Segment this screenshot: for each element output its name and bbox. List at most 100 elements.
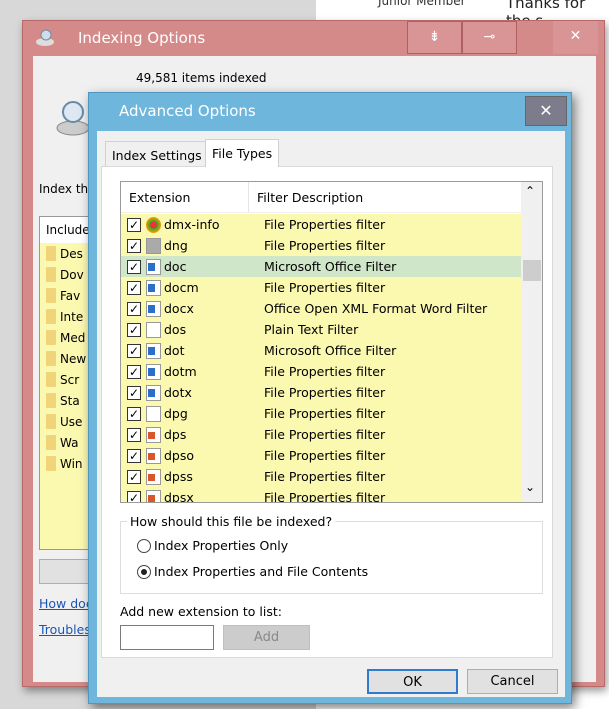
folder-icon bbox=[46, 393, 56, 408]
filter-description-cell: File Properties filter bbox=[264, 448, 386, 463]
word-document-icon bbox=[146, 279, 161, 296]
scrollbar-thumb[interactable] bbox=[523, 260, 541, 281]
index-method-legend: How should this file be indexed? bbox=[127, 514, 336, 529]
word-document-icon bbox=[146, 363, 161, 380]
drive-icon bbox=[46, 330, 56, 345]
indexing-app-icon bbox=[35, 29, 55, 47]
add-button[interactable]: Add bbox=[223, 625, 310, 650]
file-type-row[interactable]: ✓ dotx File Properties filter bbox=[121, 382, 521, 403]
extension-cell: doc bbox=[164, 259, 187, 274]
file-type-row[interactable]: ✓ docm File Properties filter bbox=[121, 277, 521, 298]
radio-button[interactable] bbox=[137, 564, 151, 579]
file-types-list[interactable]: Extension Filter Description ✓ dmx-info Fi… bbox=[120, 181, 543, 503]
include-checkbox[interactable]: ✓ bbox=[127, 364, 141, 379]
close-button[interactable]: ✕ bbox=[525, 96, 567, 126]
file-type-row[interactable]: ✓ dng File Properties filter bbox=[121, 235, 521, 256]
collapse-button[interactable]: ⇟ bbox=[407, 21, 462, 54]
include-checkbox[interactable]: ✓ bbox=[127, 490, 141, 502]
add-extension-input[interactable] bbox=[120, 625, 214, 650]
filter-description-cell: File Properties filter bbox=[264, 217, 386, 232]
presentation-file-icon bbox=[146, 489, 161, 502]
tab-index-settings[interactable]: Index Settings bbox=[105, 141, 209, 166]
include-checkbox[interactable]: ✓ bbox=[127, 238, 141, 253]
location-label: Inte bbox=[60, 309, 84, 324]
window-title: Indexing Options bbox=[78, 29, 206, 47]
radio-properties-only[interactable]: Index Properties Only bbox=[137, 538, 288, 553]
extension-cell: dpsx bbox=[164, 490, 194, 503]
extension-cell: dpss bbox=[164, 469, 193, 484]
location-label: Win bbox=[60, 456, 83, 471]
image-file-icon bbox=[146, 237, 161, 254]
include-checkbox[interactable]: ✓ bbox=[127, 322, 141, 337]
filter-description-cell: File Properties filter bbox=[264, 238, 386, 253]
location-label: Sta bbox=[60, 393, 80, 408]
word-document-icon bbox=[146, 342, 161, 359]
extension-cell: dpso bbox=[164, 448, 195, 463]
extension-column-header[interactable]: Extension bbox=[121, 182, 249, 212]
settings-file-icon bbox=[146, 216, 161, 233]
radio-button[interactable] bbox=[137, 538, 151, 553]
file-type-row[interactable]: ✓ dos Plain Text Filter bbox=[121, 319, 521, 340]
advanced-options-dialog: Advanced Options ✕ Index Settings File T… bbox=[88, 92, 572, 704]
file-type-row[interactable]: ✓ doc Microsoft Office Filter bbox=[121, 256, 521, 277]
location-label: Des bbox=[60, 246, 83, 261]
presentation-file-icon bbox=[146, 426, 161, 443]
filter-description-cell: Plain Text Filter bbox=[264, 322, 359, 337]
file-type-row[interactable]: ✓ dpss File Properties filter bbox=[121, 466, 521, 487]
troubleshoot-link[interactable]: Troubles bbox=[39, 622, 91, 637]
close-button[interactable]: ✕ bbox=[553, 21, 598, 54]
tab-file-types[interactable]: File Types bbox=[205, 139, 280, 167]
presentation-file-icon bbox=[146, 468, 161, 485]
add-extension-label: Add new extension to list: bbox=[120, 604, 282, 619]
background-text: Junior Member bbox=[378, 0, 466, 8]
filter-description-cell: File Properties filter bbox=[264, 469, 386, 484]
file-type-row[interactable]: ✓ dot Microsoft Office Filter bbox=[121, 340, 521, 361]
radio-label: Index Properties and File Contents bbox=[154, 564, 369, 579]
ok-button[interactable]: OK bbox=[367, 669, 458, 694]
index-method-group: How should this file be indexed? Index P… bbox=[120, 514, 543, 594]
extension-cell: dng bbox=[164, 238, 188, 253]
file-type-row[interactable]: ✓ dotm File Properties filter bbox=[121, 361, 521, 382]
desktop-folder-icon bbox=[46, 246, 56, 261]
scroll-down-icon[interactable]: ⌄ bbox=[525, 480, 535, 494]
include-checkbox[interactable]: ✓ bbox=[127, 343, 141, 358]
favorites-folder-icon bbox=[46, 288, 56, 303]
file-type-row[interactable]: ✓ docx Office Open XML Format Word Filter bbox=[121, 298, 521, 319]
include-checkbox[interactable]: ✓ bbox=[127, 385, 141, 400]
include-checkbox[interactable]: ✓ bbox=[127, 217, 141, 232]
file-type-row[interactable]: ✓ dpso File Properties filter bbox=[121, 445, 521, 466]
location-label: Med bbox=[60, 330, 86, 345]
extension-cell: dmx-info bbox=[164, 217, 220, 232]
radio-properties-and-contents[interactable]: Index Properties and File Contents bbox=[137, 564, 368, 579]
file-type-row[interactable]: ✓ dpsx File Properties filter bbox=[121, 487, 521, 503]
include-checkbox[interactable]: ✓ bbox=[127, 301, 141, 316]
location-label: Scr bbox=[60, 372, 80, 387]
scroll-up-icon[interactable]: ⌃ bbox=[525, 184, 535, 198]
extension-cell: dotx bbox=[164, 385, 192, 400]
cancel-button[interactable]: Cancel bbox=[467, 669, 558, 694]
include-checkbox[interactable]: ✓ bbox=[127, 280, 141, 295]
filter-description-cell: File Properties filter bbox=[264, 490, 386, 503]
file-type-row[interactable]: ✓ dmx-info File Properties filter bbox=[121, 214, 521, 235]
extension-cell: dot bbox=[164, 343, 185, 358]
file-type-row[interactable]: ✓ dps File Properties filter bbox=[121, 424, 521, 445]
filter-description-cell: Microsoft Office Filter bbox=[264, 343, 397, 358]
radio-label: Index Properties Only bbox=[154, 538, 289, 553]
include-checkbox[interactable]: ✓ bbox=[127, 469, 141, 484]
file-type-row[interactable]: ✓ dpg File Properties filter bbox=[121, 403, 521, 424]
include-checkbox[interactable]: ✓ bbox=[127, 427, 141, 442]
extension-cell: docx bbox=[164, 301, 194, 316]
location-label: Dov bbox=[60, 267, 84, 282]
include-checkbox[interactable]: ✓ bbox=[127, 448, 141, 463]
presentation-file-icon bbox=[146, 447, 161, 464]
include-checkbox[interactable]: ✓ bbox=[127, 406, 141, 421]
help-link[interactable]: How doe bbox=[39, 596, 94, 611]
include-checkbox[interactable]: ✓ bbox=[127, 259, 141, 274]
extension-cell: dos bbox=[164, 322, 187, 337]
filter-description-cell: Microsoft Office Filter bbox=[264, 259, 397, 274]
description-column-header[interactable]: Filter Description bbox=[249, 182, 371, 212]
folder-icon bbox=[46, 351, 56, 366]
pin-button[interactable]: ⊸ bbox=[462, 21, 517, 54]
list-scrollbar[interactable]: ⌃ ⌄ bbox=[521, 182, 542, 502]
items-indexed-count: 49,581 items indexed bbox=[136, 71, 267, 85]
